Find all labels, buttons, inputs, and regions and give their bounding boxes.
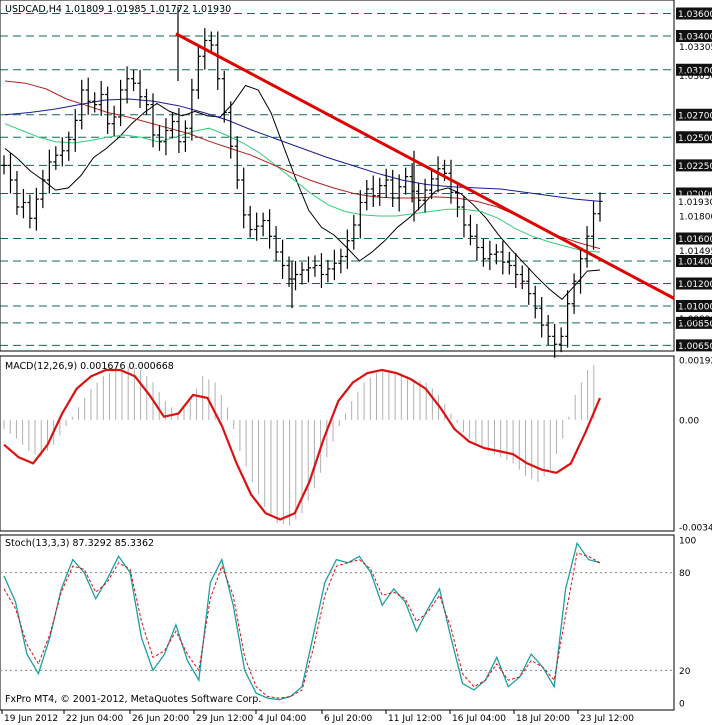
level-label: 1.03400 bbox=[678, 33, 712, 43]
price-tick-label: 1.01495 bbox=[679, 247, 712, 257]
time-tick-label: 11 Jul 12:00 bbox=[388, 714, 442, 724]
chart-window: USDCAD,H4 1.01809 1.01985 1.01772 1.0193… bbox=[0, 0, 712, 725]
price-tick-label: 1.00890 bbox=[679, 315, 712, 325]
macd-tick-label: -0.00344 bbox=[679, 524, 712, 534]
time-tick-label: 22 Jun 04:00 bbox=[66, 714, 123, 724]
stochastic-tick-label: 20 bbox=[679, 667, 691, 677]
price-tick-label: 1.03305 bbox=[679, 43, 712, 53]
level-label: 1.01600 bbox=[678, 235, 712, 245]
level-label: 1.02700 bbox=[678, 111, 712, 121]
time-tick-label: 4 Jul 04:00 bbox=[258, 714, 307, 724]
time-tick-label: 29 Jun 12:00 bbox=[196, 714, 253, 724]
time-tick-label: 6 Jul 20:00 bbox=[324, 714, 373, 724]
macd-tick-label: 0.00192 bbox=[679, 357, 712, 367]
level-label: 1.02250 bbox=[678, 162, 712, 172]
stochastic-tick-label: 0 bbox=[679, 700, 685, 710]
price-tick-label: 1.01800 bbox=[679, 213, 712, 223]
level-label: 1.03600 bbox=[678, 10, 712, 20]
copyright-text: FxPro MT4, © 2001-2012, MetaQuotes Softw… bbox=[5, 694, 261, 705]
time-tick-label: 18 Jul 20:00 bbox=[516, 714, 570, 724]
price-tick-label: 1.03050 bbox=[679, 72, 712, 82]
time-tick-label: 23 Jul 12:00 bbox=[580, 714, 634, 724]
level-label: 1.02500 bbox=[678, 134, 712, 144]
time-tick-label: 16 Jul 04:00 bbox=[452, 714, 506, 724]
level-label: 1.01000 bbox=[678, 303, 712, 313]
stochastic-tick-label: 80 bbox=[679, 569, 691, 579]
symbol-title: USDCAD,H4 1.01809 1.01985 1.01772 1.0193… bbox=[5, 4, 231, 15]
level-label: 1.01400 bbox=[678, 258, 712, 268]
macd-tick-label: 0.00 bbox=[679, 416, 699, 426]
level-label: 1.00650 bbox=[678, 342, 712, 352]
level-label: 1.01200 bbox=[678, 280, 712, 290]
stochastic-title: Stoch(13,3,3) 87.3292 85.3362 bbox=[5, 538, 154, 549]
stochastic-tick-label: 100 bbox=[679, 537, 696, 547]
time-tick-label: 26 Jun 20:00 bbox=[132, 714, 189, 724]
current-price-label: 1.01930 bbox=[678, 198, 712, 208]
macd-title: MACD(12,26,9) 0.001676 0.000668 bbox=[5, 361, 174, 372]
time-tick-label: 19 Jun 2012 bbox=[4, 714, 58, 724]
